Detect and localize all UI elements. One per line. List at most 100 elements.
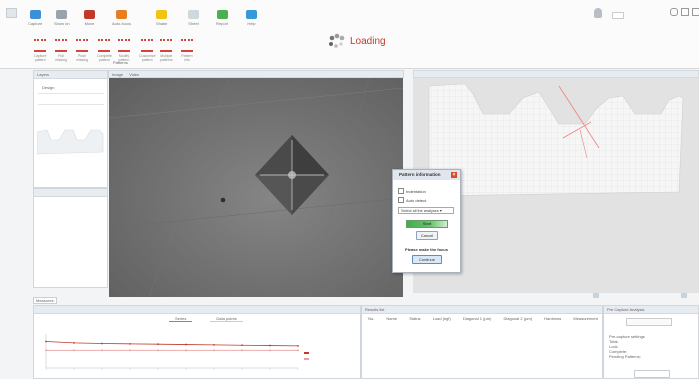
chart-point[interactable] <box>185 343 187 346</box>
tab-video[interactable]: Video <box>129 71 139 77</box>
chart-panel-header <box>34 306 360 314</box>
column-header-5[interactable]: Diagonal 2 (µm) <box>504 316 533 322</box>
pattern-button-5[interactable]: Customize pattern <box>139 39 156 62</box>
pattern-button-1[interactable]: Pull missing <box>55 39 67 62</box>
continue-button[interactable]: Continue <box>412 255 442 264</box>
window-buttons <box>670 8 699 16</box>
ribbon-button-4[interactable]: Shake <box>156 10 167 26</box>
pattern-button-7[interactable]: Pattern info <box>181 39 193 62</box>
chart-point[interactable] <box>101 349 103 352</box>
tab-image[interactable]: Image <box>112 71 123 77</box>
chart-point[interactable] <box>73 349 75 352</box>
model-view-panel-header: Model view <box>413 70 699 85</box>
chart-point[interactable] <box>269 349 271 352</box>
close-icon[interactable]: × <box>451 172 457 178</box>
chart-point[interactable] <box>241 349 243 352</box>
maximize-icon[interactable] <box>681 8 689 16</box>
loading-spinner-icon <box>329 33 345 48</box>
ribbon-button-label: Show on <box>54 21 70 26</box>
properties-panel <box>33 188 108 288</box>
app-menu-button[interactable] <box>6 8 17 18</box>
chart-point[interactable] <box>297 349 299 352</box>
ribbon-icon <box>216 10 228 19</box>
tab-measures[interactable]: Measures <box>33 297 57 304</box>
chart-point[interactable] <box>241 344 243 347</box>
footer-scroll-button[interactable] <box>593 293 599 298</box>
swap-icon <box>118 39 130 52</box>
layers-tree-item[interactable]: Design <box>42 85 54 90</box>
column-header-2[interactable]: Status <box>409 316 420 322</box>
chart-point[interactable] <box>101 342 103 345</box>
precapture-start-button[interactable] <box>634 370 670 378</box>
loading-indicator: Loading <box>328 33 386 49</box>
auto-detect-label: Auto detect <box>406 197 427 203</box>
chart-point[interactable] <box>129 349 131 352</box>
indentation-checkbox[interactable]: Indentation <box>398 188 426 194</box>
column-header-6[interactable]: Hardness <box>544 316 561 322</box>
ribbon-toolbar: Capture Show on Move Auto-focus Shake Sheet Re… <box>0 0 699 69</box>
chart-point[interactable] <box>45 349 47 352</box>
start-progress-button[interactable]: Start <box>406 220 448 228</box>
chart-point[interactable] <box>297 345 299 347</box>
ribbon-button-7[interactable]: Help <box>246 10 257 26</box>
layers-panel-title: Layers <box>34 71 107 79</box>
column-header-3[interactable]: Load (kgf) <box>433 316 451 322</box>
pattern-button-3[interactable]: Complete pattern <box>97 39 112 62</box>
tab-series[interactable]: Series <box>169 316 193 322</box>
ribbon-button-5[interactable]: Sheet <box>188 10 199 26</box>
ribbon-button-3[interactable]: Auto-focus <box>112 10 131 26</box>
cancel-button[interactable]: Cancel <box>416 231 438 240</box>
ribbon-icon <box>56 10 68 19</box>
dialog-title-bar: Pattern information × <box>393 170 460 180</box>
ribbon-icon <box>246 10 257 19</box>
pattern-information-dialog: Pattern information × Indentation Auto d… <box>392 169 461 273</box>
ribbon-button-6[interactable]: Report <box>216 10 228 26</box>
indentation-checkbox-box[interactable] <box>398 188 404 194</box>
ribbon-button-label: Capture <box>28 21 43 26</box>
dialog-title: Pattern information <box>399 172 441 177</box>
column-header-1[interactable]: Name <box>386 316 397 322</box>
chart-point[interactable] <box>157 349 159 352</box>
close-icon[interactable] <box>692 8 699 16</box>
grid-icon <box>181 39 193 52</box>
loading-label: Loading <box>350 35 386 47</box>
camera-view[interactable] <box>109 78 403 297</box>
column-header-7[interactable]: Measurement <box>573 316 597 322</box>
pattern-button-2[interactable]: Push missing <box>76 39 88 62</box>
user-icon[interactable] <box>594 8 602 18</box>
results-panel: Results list No. Name Status Load (kgf) Diag… <box>361 305 603 379</box>
chart-point[interactable] <box>213 349 215 352</box>
ribbon-button-0[interactable]: Capture <box>28 10 42 26</box>
pattern-button-0[interactable]: Capture pattern <box>34 39 46 62</box>
pattern-button-6[interactable]: Multiple patterns <box>160 39 173 62</box>
ribbon-icon <box>116 10 128 19</box>
tab-data-points[interactable]: Data points <box>210 316 243 322</box>
chart-point[interactable] <box>73 341 75 344</box>
dots-icon <box>160 39 173 52</box>
ribbon-button-2[interactable]: Move <box>84 10 95 26</box>
ribbon-button-1[interactable]: Show on <box>54 10 70 26</box>
chart-point[interactable] <box>129 342 131 345</box>
column-header-0[interactable]: No. <box>368 316 374 322</box>
chart-series-line-0 <box>45 341 299 347</box>
footer-scroll-button-right[interactable] <box>681 293 687 298</box>
column-header-4[interactable]: Diagonal 1 (µm) <box>463 316 492 322</box>
chart-legend-swatch-0 <box>304 352 309 354</box>
pattern-button-4[interactable]: Modify pattern <box>118 39 130 62</box>
chart-point[interactable] <box>185 349 187 352</box>
precapture-toolbar-button[interactable] <box>626 318 672 326</box>
chart-point[interactable] <box>213 343 215 346</box>
pattern-button-label: Pattern info <box>181 54 193 62</box>
analysis-select[interactable]: Select all the analyses ▾ <box>398 207 454 214</box>
ribbon-icon <box>156 10 168 19</box>
chart-point[interactable] <box>157 343 159 346</box>
auto-detect-checkbox[interactable]: Auto detect <box>398 197 426 203</box>
arrow-left-icon <box>55 39 67 52</box>
zoom-field[interactable] <box>612 12 624 19</box>
pattern-button-label: Customize pattern <box>139 54 156 62</box>
target-icon <box>141 39 154 52</box>
minimize-icon[interactable] <box>670 8 678 16</box>
chart-point[interactable] <box>45 340 47 343</box>
chart-point[interactable] <box>269 344 271 347</box>
auto-detect-checkbox-box[interactable] <box>398 197 404 203</box>
